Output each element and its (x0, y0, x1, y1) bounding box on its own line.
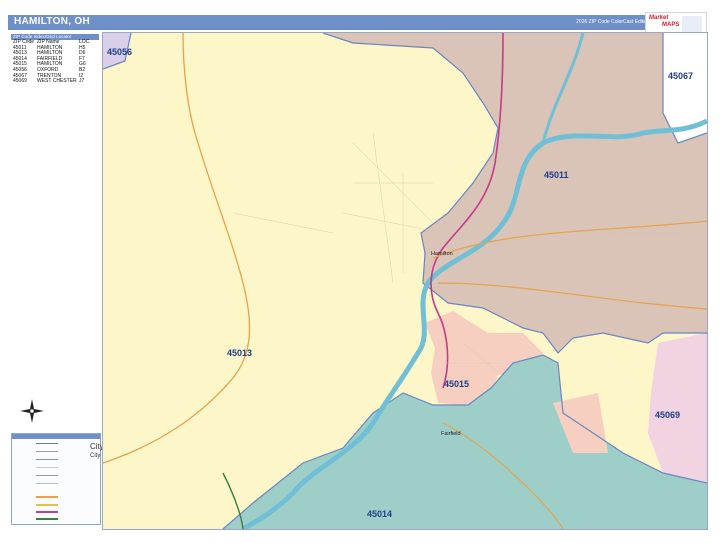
map-title: HAMILTON, OH (14, 16, 91, 27)
zip-label-45011: 45011 (544, 170, 569, 180)
zip-label-45015: 45015 (444, 379, 469, 389)
logo-map-thumbnail (682, 16, 702, 32)
zip-label-45069: 45069 (655, 410, 680, 420)
legend-county-line (36, 443, 58, 444)
zip-label-45013: 45013 (227, 348, 252, 358)
map-legend: City City (11, 433, 104, 525)
map-canvas[interactable]: 45056 45067 45011 45013 45015 45069 4501… (103, 33, 707, 529)
zip-label-45056: 45056 (107, 47, 132, 57)
logo-text-bottom: MAPS (662, 22, 680, 28)
legend-city-small: City (90, 453, 101, 459)
zip-name-cell: WEST CHESTER (37, 78, 77, 85)
zip-code-cell: 45069 (13, 78, 27, 85)
zip-index-table: ZIP Code Index/Grid Locator ZIP Code ZIP… (11, 34, 99, 85)
compass-rose-icon (20, 399, 44, 423)
side-panel: ZIP Code Index/Grid Locator ZIP Code ZIP… (8, 32, 104, 528)
edition-label: 2026 ZIP Code ColorCast Edition (576, 19, 650, 25)
legend-primary-line (36, 475, 58, 476)
zip-label-45067: 45067 (668, 71, 693, 81)
legend-county-highway-line (36, 496, 58, 498)
place-label-hamilton: Hamilton (431, 251, 453, 257)
zip-code-map[interactable]: 45056 45067 45011 45013 45015 45069 4501… (102, 32, 708, 530)
legend-interstate-line (36, 518, 58, 520)
legend-us-highway-line (36, 511, 58, 513)
legend-streets-line (36, 467, 58, 468)
map-header: HAMILTON, OH 2026 ZIP Code ColorCast Edi… (8, 15, 706, 30)
logo-text-top: Market (649, 15, 669, 21)
legend-zip-line (36, 459, 58, 460)
place-label-fairfield: Fairfield (441, 431, 461, 437)
loc-cell: J7 (79, 78, 85, 85)
legend-state-line (36, 451, 58, 452)
zip-index-row: 45069 WEST CHESTER J7 (11, 79, 99, 85)
legend-secondary-line (36, 483, 58, 484)
zip-label-45014: 45014 (367, 509, 392, 519)
legend-heading (12, 434, 100, 439)
legend-state-highway-line (36, 504, 58, 506)
